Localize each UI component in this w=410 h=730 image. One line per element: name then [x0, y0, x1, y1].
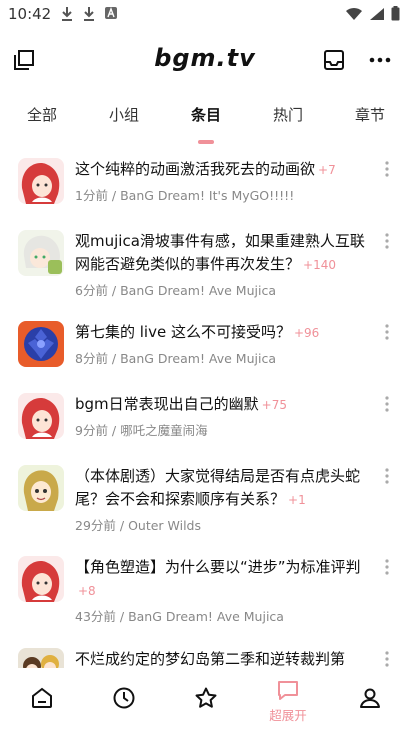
battery-icon: [391, 6, 400, 21]
tab-hot[interactable]: 热门: [258, 104, 318, 125]
list-item[interactable]: bgm日常表现出自己的幽默 +75 9分前 / 哪吒之魔童闹海: [0, 385, 410, 455]
app-logo: bgm.tv: [154, 44, 256, 72]
reply-count: +8: [78, 584, 96, 598]
reply-count: +7: [318, 163, 336, 177]
tab-episodes[interactable]: 章节: [340, 104, 400, 125]
avatar: [18, 230, 64, 276]
nav-timeline[interactable]: [94, 668, 154, 730]
avatar: [18, 393, 64, 439]
nav-rakuen[interactable]: 超展开: [258, 668, 318, 730]
reply-count: +75: [261, 398, 287, 412]
chat-icon: [278, 681, 298, 700]
topic-meta: 43分前 / BanG Dream! Ave Mujica: [75, 609, 284, 624]
list-item[interactable]: 第七集的 live 这么不可接受吗？ +96 8分前 / BanG Dream! …: [0, 313, 410, 383]
app-icon: [105, 7, 117, 19]
user-icon: [360, 688, 380, 708]
nav-profile[interactable]: [340, 668, 400, 730]
home-icon: [32, 687, 52, 708]
clock-icon: [113, 687, 135, 709]
topic-list[interactable]: 这个纯粹的动画激活我死去的动画欲 +7 1分前 / BanG Dream! It'…: [0, 150, 410, 668]
list-item[interactable]: （本体剧透）大家觉得结局是否有点虎头蛇尾？会不会和探索顺序有关系？ +1 29分前…: [0, 457, 410, 533]
nav-collection[interactable]: [176, 668, 236, 730]
wifi-icon: [346, 7, 362, 20]
more-vertical-icon[interactable]: [384, 650, 390, 668]
topic-title: （本体剧透）大家觉得结局是否有点虎头蛇尾？会不会和探索顺序有关系？: [75, 467, 361, 508]
topic-title: bgm日常表现出自己的幽默: [75, 395, 259, 413]
list-item[interactable]: 不烂成约定的梦幻岛第二季和逆转裁判第: [0, 640, 410, 668]
avatar: [18, 556, 64, 602]
inbox-icon[interactable]: [322, 48, 346, 72]
topic-meta: 29分前 / Outer Wilds: [75, 518, 202, 533]
category-tabs: 全部 小组 条目 热门 章节: [0, 100, 410, 150]
tab-all[interactable]: 全部: [12, 104, 72, 125]
topic-meta: 9分前 / 哪吒之魔童闹海: [75, 423, 208, 438]
more-vertical-icon[interactable]: [384, 232, 390, 250]
more-vertical-icon[interactable]: [384, 323, 390, 341]
nav-rakuen-label: 超展开: [269, 708, 307, 723]
avatar: [18, 465, 64, 511]
reply-count: +1: [288, 493, 306, 507]
reply-count: +140: [303, 258, 336, 272]
more-vertical-icon[interactable]: [384, 160, 390, 178]
status-time: 10:42: [8, 5, 52, 23]
more-vertical-icon[interactable]: [384, 467, 390, 485]
topic-title: 【角色塑造】为什么要以“进步”为标准评判: [75, 558, 361, 576]
more-vertical-icon[interactable]: [384, 558, 390, 576]
topic-meta: 1分前 / BanG Dream! It's MyGO!!!!!: [75, 188, 295, 203]
tab-groups[interactable]: 小组: [94, 104, 154, 125]
list-item[interactable]: 观mujica滑坡事件有感，如果重建熟人互联网能否避免类似的事件再次发生？ +14…: [0, 222, 410, 298]
bottom-navigation: 超展开: [0, 668, 410, 730]
topic-title: 这个纯粹的动画激活我死去的动画欲: [75, 160, 316, 178]
signal-icon: [370, 7, 384, 20]
more-horizontal-icon[interactable]: [368, 50, 392, 70]
topic-title: 不烂成约定的梦幻岛第二季和逆转裁判第: [75, 650, 346, 668]
avatar: [18, 321, 64, 367]
topic-title: 第七集的 live 这么不可接受吗？: [75, 323, 291, 341]
reply-count: +96: [293, 326, 320, 340]
star-icon: [195, 687, 217, 708]
download-icon: [62, 7, 72, 21]
list-item[interactable]: 这个纯粹的动画激活我死去的动画欲 +7 1分前 / BanG Dream! It'…: [0, 150, 410, 220]
top-app-bar: bgm.tv: [0, 38, 410, 82]
topic-meta: 6分前 / BanG Dream! Ave Mujica: [75, 283, 276, 298]
tab-subjects[interactable]: 条目: [176, 104, 236, 125]
nav-home[interactable]: [12, 668, 72, 730]
active-tab-indicator: [198, 140, 214, 144]
more-vertical-icon[interactable]: [384, 395, 390, 413]
avatar: [18, 648, 64, 668]
status-bar: 10:42: [0, 0, 410, 30]
list-item[interactable]: 【角色塑造】为什么要以“进步”为标准评判 +8 43分前 / BanG Dream…: [0, 548, 410, 624]
avatar: [18, 158, 64, 204]
topic-meta: 8分前 / BanG Dream! Ave Mujica: [75, 351, 276, 366]
download-icon: [84, 7, 94, 21]
